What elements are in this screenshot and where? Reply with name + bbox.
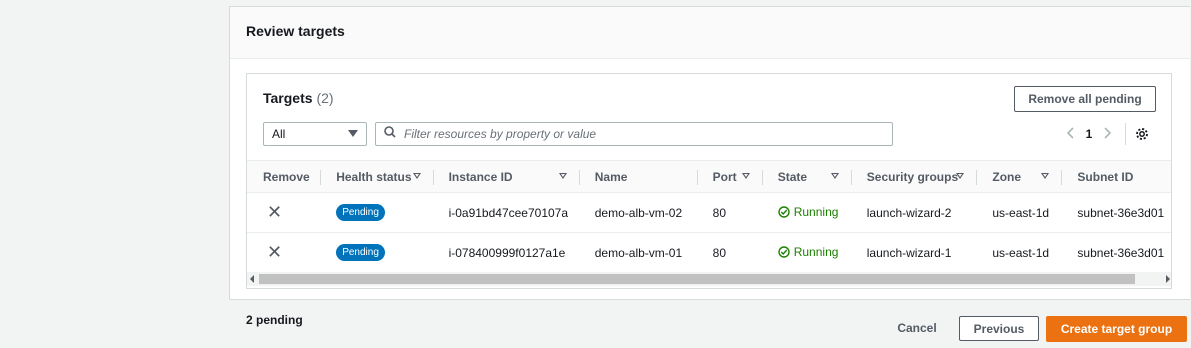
create-target-group-button[interactable]: Create target group xyxy=(1046,316,1187,342)
gear-icon[interactable] xyxy=(1134,126,1150,142)
name-cell: demo-alb-vm-02 xyxy=(578,192,697,233)
targets-heading: Targets (2) xyxy=(263,90,334,106)
zone-cell: us-east-1d xyxy=(976,232,1062,273)
security-group-cell: launch-wizard-2 xyxy=(850,192,977,233)
pending-count: 2 pending xyxy=(246,313,303,327)
targets-title: Targets xyxy=(263,90,313,106)
close-icon[interactable]: ✕ xyxy=(263,202,282,222)
name-cell: demo-alb-vm-01 xyxy=(578,232,697,273)
column-zone[interactable]: Zone xyxy=(976,160,1062,193)
column-state[interactable]: State xyxy=(761,160,851,193)
review-targets-panel: Review targets Targets (2) Remove all pe… xyxy=(229,6,1190,300)
instance-id-cell: i-0a91bd47cee70107a xyxy=(432,192,579,233)
instance-id-cell: i-078400999f0127a1e xyxy=(432,232,579,273)
port-cell: 80 xyxy=(696,192,762,233)
sort-icon xyxy=(412,173,421,179)
search-icon xyxy=(384,125,396,143)
subnet-cell: subnet-36e3d01 xyxy=(1061,232,1171,273)
sort-icon xyxy=(558,173,567,179)
search-input[interactable] xyxy=(404,127,884,141)
chevron-right-icon[interactable] xyxy=(1099,126,1117,142)
check-circle-icon xyxy=(778,205,790,218)
panel-title: Review targets xyxy=(246,23,345,39)
caret-down-icon xyxy=(348,130,358,137)
zone-cell: us-east-1d xyxy=(976,192,1062,233)
security-group-cell: launch-wizard-1 xyxy=(850,232,977,273)
panel-header: Review targets xyxy=(230,7,1190,59)
targets-table: Remove Health status Instance ID Name Po… xyxy=(247,160,1171,273)
table-header-row: Remove Health status Instance ID Name Po… xyxy=(247,160,1171,193)
status-badge: Pending xyxy=(336,244,385,261)
check-circle-icon xyxy=(778,245,790,258)
port-cell: 80 xyxy=(696,232,762,273)
column-subnet-id: Subnet ID xyxy=(1061,160,1171,193)
column-health-status[interactable]: Health status xyxy=(320,160,433,193)
cancel-button[interactable]: Cancel xyxy=(885,316,949,340)
targets-table-container: Targets (2) Remove all pending All 1 xyxy=(246,73,1172,289)
scroll-right-icon[interactable] xyxy=(1166,275,1170,283)
sort-icon xyxy=(1041,173,1050,179)
sort-icon xyxy=(830,173,839,179)
state-running: Running xyxy=(778,205,838,219)
horizontal-scrollbar[interactable] xyxy=(247,272,1171,286)
close-icon[interactable]: ✕ xyxy=(263,242,282,262)
subnet-cell: subnet-36e3d01 xyxy=(1061,192,1171,233)
table-row: ✕ Pending i-078400999f0127a1e demo-alb-v… xyxy=(247,232,1171,273)
column-name: Name xyxy=(578,160,697,193)
sort-icon xyxy=(741,173,750,179)
scroll-left-icon[interactable] xyxy=(250,275,254,283)
column-remove: Remove xyxy=(247,160,321,193)
filter-select[interactable]: All xyxy=(263,122,367,146)
remove-all-pending-button[interactable]: Remove all pending xyxy=(1014,86,1156,112)
current-page[interactable]: 1 xyxy=(1079,127,1099,141)
status-badge: Pending xyxy=(336,204,385,221)
pager-divider xyxy=(1125,123,1126,145)
state-running: Running xyxy=(778,245,838,259)
column-instance-id[interactable]: Instance ID xyxy=(432,160,579,193)
targets-count: (2) xyxy=(316,90,334,106)
column-security-groups[interactable]: Security groups xyxy=(850,160,977,193)
sort-icon xyxy=(956,173,965,179)
search-field[interactable] xyxy=(375,122,893,146)
scroll-thumb[interactable] xyxy=(259,274,1135,284)
column-port[interactable]: Port xyxy=(696,160,762,193)
table-row: ✕ Pending i-0a91bd47cee70107a demo-alb-v… xyxy=(247,192,1171,233)
filter-select-value: All xyxy=(272,127,286,141)
pagination: 1 xyxy=(1061,122,1150,146)
chevron-left-icon[interactable] xyxy=(1061,126,1079,142)
previous-button[interactable]: Previous xyxy=(959,316,1039,341)
